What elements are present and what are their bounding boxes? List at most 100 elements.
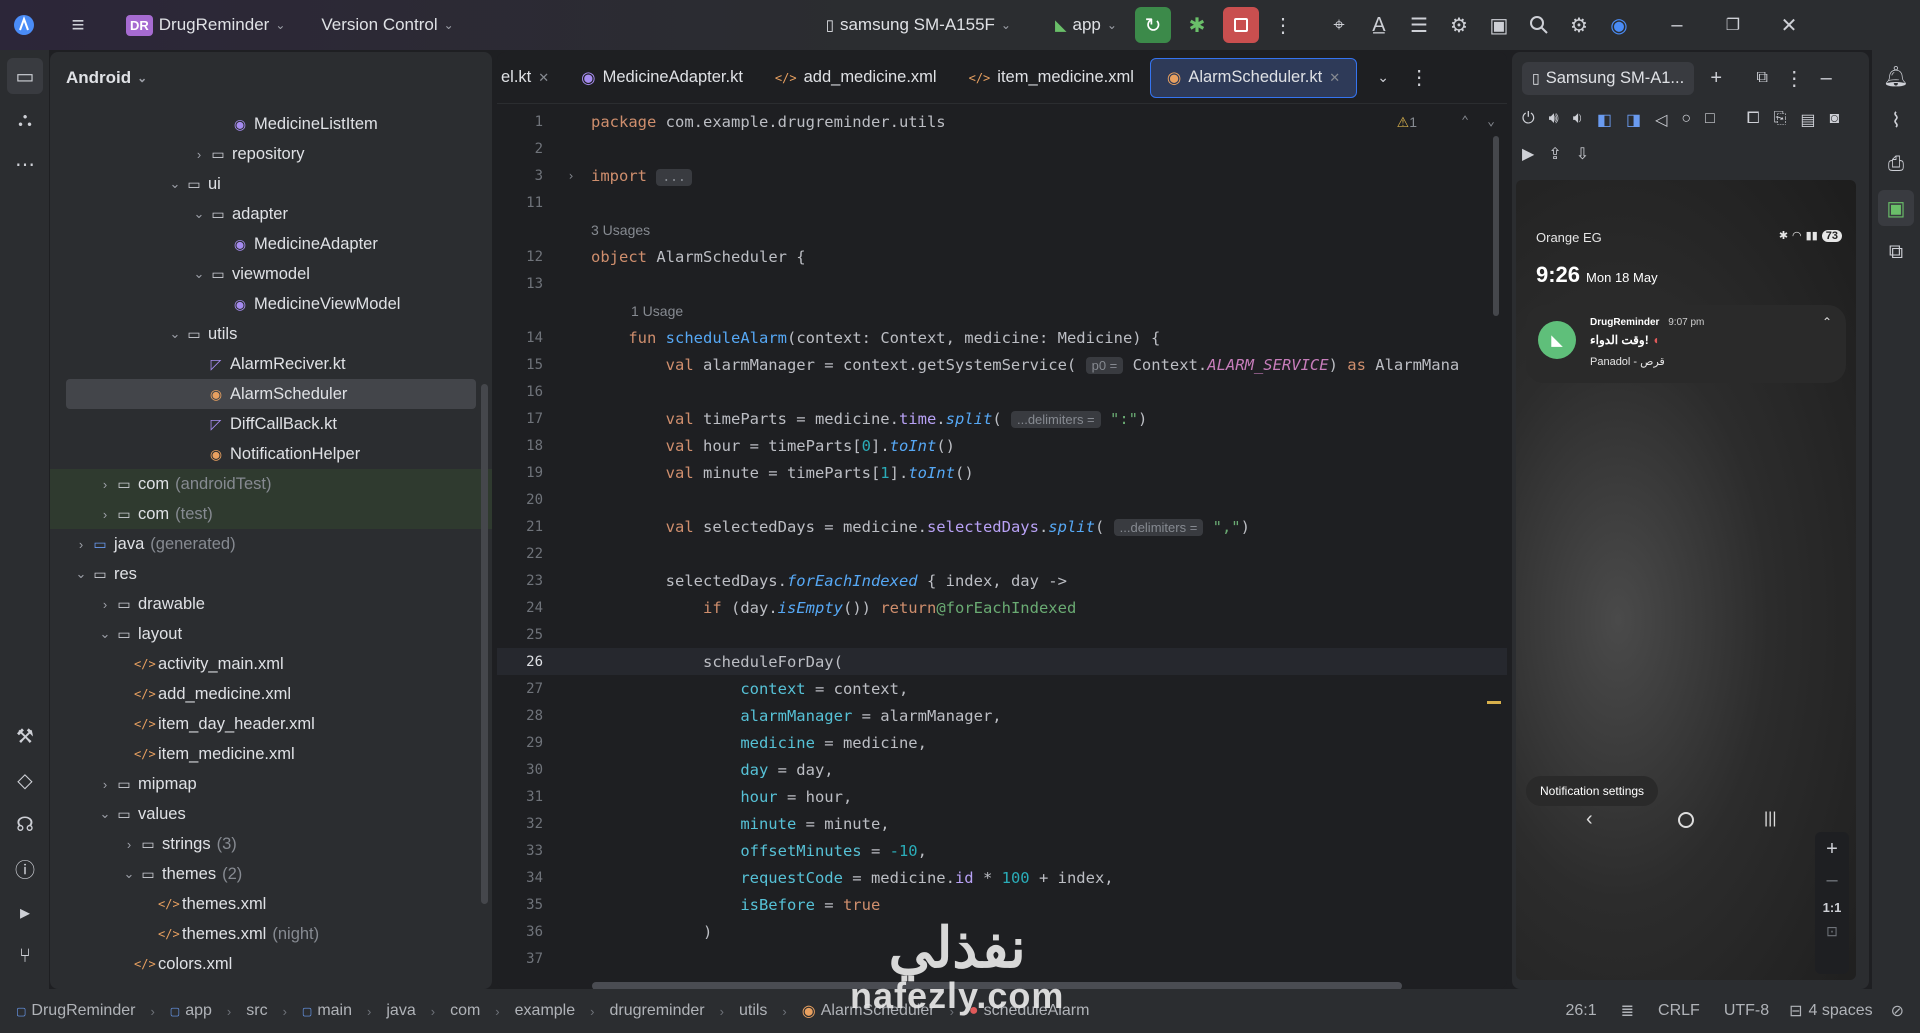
expand-notification-icon[interactable]: ⌃ — [1822, 315, 1832, 329]
fit-screen-icon[interactable]: ⊡ — [1826, 923, 1838, 940]
warning-stripe[interactable] — [1487, 701, 1501, 704]
tree-node[interactable]: › ▭ repository — [50, 139, 492, 169]
nav-home-icon[interactable] — [1678, 812, 1694, 828]
build-variants-icon[interactable]: ☰ — [1401, 7, 1437, 43]
line-separator[interactable]: CRLF — [1658, 1002, 1700, 1020]
zoom-ratio[interactable]: 1:1 — [1823, 900, 1842, 915]
tree-node[interactable]: ⌄ ▭ res — [50, 559, 492, 589]
panel-more-icon[interactable]: ⋮ — [1784, 60, 1804, 96]
tree-node[interactable]: › ▭ java (generated) — [50, 529, 492, 559]
terminal-icon[interactable]: ▸ — [7, 894, 43, 930]
notification-card[interactable]: ◣ DrugReminder 9:07 pm وقت الدواء! ◖ Pan… — [1526, 305, 1846, 383]
fold-chevron-icon[interactable]: › — [551, 169, 591, 183]
overview-icon[interactable]: □ — [1705, 110, 1715, 130]
chevron-right-icon[interactable]: › — [96, 777, 114, 792]
usage-hint[interactable]: 3 Usages — [497, 216, 1507, 243]
tab-medicine-list-item[interactable]: el.kt ✕ — [497, 58, 565, 98]
power-icon[interactable]: ⏻ — [1522, 110, 1535, 130]
code-area[interactable]: ⚠1 ⌃ ⌄ 1 package com.example.drugreminder… — [497, 106, 1507, 986]
chevron-down-icon[interactable]: ⌄ — [96, 806, 114, 822]
build-icon[interactable]: ⚒ — [7, 718, 43, 754]
notifications-bell-icon[interactable]: 🔔︎ — [1878, 58, 1914, 94]
run-config-selector[interactable]: ◣ app ⌄ — [1055, 15, 1117, 35]
breadcrumb-item[interactable]: utils — [739, 1002, 767, 1020]
breadcrumb-item[interactable]: java — [386, 1002, 415, 1020]
volume-down-icon[interactable]: 🔉︎ — [1573, 110, 1583, 130]
chevron-down-icon[interactable]: ⌄ — [190, 206, 208, 222]
search-icon[interactable] — [1521, 7, 1557, 43]
running-devices-icon[interactable]: ▣ — [1878, 190, 1914, 226]
add-device-icon[interactable]: + — [1702, 60, 1730, 96]
notification-settings-button[interactable]: Notification settings — [1526, 776, 1659, 806]
tree-node-selected[interactable]: ◉ AlarmScheduler — [66, 379, 476, 409]
usages-count[interactable]: 3 Usages — [591, 222, 650, 238]
device-explorer-icon[interactable]: ⎙ — [1878, 146, 1914, 182]
tree-node[interactable]: </> colors.xml — [50, 949, 492, 979]
breadcrumb-item[interactable]: com — [450, 1002, 480, 1020]
tab-list-chevron-icon[interactable]: ⌄ — [1365, 60, 1401, 96]
apply-changes-icon[interactable]: ↻ — [1134, 7, 1171, 43]
git-icon[interactable]: ⑂ — [7, 938, 43, 974]
indent-setting[interactable]: 4 spaces — [1809, 1002, 1873, 1020]
fold-icon[interactable]: ⎘ — [1774, 110, 1787, 130]
tree-node[interactable]: › ▭ strings (3) — [50, 829, 492, 859]
chevron-right-icon[interactable]: › — [72, 537, 90, 552]
sdk-manager-icon[interactable]: ⚙ — [1441, 7, 1477, 43]
tree-node[interactable]: ◸ AlarmReciver.kt — [50, 349, 492, 379]
vertical-scrollbar[interactable] — [1493, 136, 1499, 316]
tree-node[interactable]: </> add_medicine.xml — [50, 679, 492, 709]
zoom-in-icon[interactable]: + — [1826, 838, 1838, 861]
tree-node[interactable]: › ▭ drawable — [50, 589, 492, 619]
close-icon[interactable]: ✕ — [1771, 7, 1807, 43]
android-studio-logo-icon[interactable] — [6, 7, 42, 43]
tab-item-medicine-xml[interactable]: </> item_medicine.xml — [953, 58, 1150, 98]
chevron-down-icon[interactable]: ⌄ — [96, 626, 114, 642]
caret-position[interactable]: 26:1 — [1565, 1002, 1596, 1020]
nav-recents-icon[interactable]: ||| — [1764, 810, 1776, 828]
chevron-right-icon[interactable]: › — [96, 507, 114, 522]
upload-icon[interactable]: ⇪ — [1548, 144, 1561, 164]
tree-node[interactable]: </> activity_main.xml — [50, 649, 492, 679]
tab-alarm-scheduler[interactable]: ◉ AlarmScheduler.kt ✕ — [1149, 57, 1358, 98]
breadcrumb-item[interactable]: drugreminder — [609, 1002, 704, 1020]
zoom-out-icon[interactable]: – — [1826, 869, 1837, 892]
breadcrumb-item[interactable]: src — [246, 1002, 267, 1020]
tree-node[interactable]: ⌄ ▭ adapter — [50, 199, 492, 229]
chevron-right-icon[interactable]: › — [96, 477, 114, 492]
tree-node[interactable]: ◉ MedicineListItem — [50, 109, 492, 139]
chevron-down-icon[interactable]: ⌄ — [190, 266, 208, 282]
device-screen[interactable]: Orange EG ✱ ◠ ▮▮ 73 9:26 Mon 18 May ◣ Dr… — [1516, 180, 1856, 980]
lock-icon[interactable]: ⊘ — [1891, 1001, 1904, 1021]
tree-node[interactable]: ◉ MedicineAdapter — [50, 229, 492, 259]
device-tab[interactable]: ▯ Samsung SM-A1... — [1522, 61, 1695, 95]
chevron-right-icon[interactable]: › — [190, 147, 208, 162]
tree-node[interactable]: ⌄ ▭ ui — [50, 169, 492, 199]
tab-add-medicine-xml[interactable]: </> add_medicine.xml — [759, 58, 953, 98]
usage-hint[interactable]: 1 Usage — [497, 297, 1507, 324]
main-menu-icon[interactable]: ≡ — [60, 7, 96, 43]
problems-icon[interactable]: ⓘ — [7, 850, 43, 886]
breadcrumb-item[interactable]: app — [185, 1002, 212, 1020]
more-actions-icon[interactable]: ⋮ — [1265, 7, 1301, 43]
tab-medicine-adapter[interactable]: ◉ MedicineAdapter.kt — [565, 58, 759, 98]
tree-node[interactable]: </> item_medicine.xml — [50, 739, 492, 769]
chevron-down-icon[interactable]: ⌄ — [72, 566, 90, 582]
more-tools-icon[interactable]: ⋯ — [7, 146, 43, 182]
resource-manager-icon[interactable]: ⛬ — [7, 102, 43, 138]
tree-node[interactable]: </> item_day_header.xml — [50, 709, 492, 739]
rotate-right-icon[interactable]: ◨ — [1626, 110, 1641, 130]
debug-icon[interactable]: ✱ — [1179, 7, 1215, 43]
chevron-down-icon[interactable]: ⌄ — [166, 326, 184, 342]
close-tab-icon[interactable]: ✕ — [1329, 70, 1340, 86]
restore-icon[interactable]: ❐ — [1715, 7, 1751, 43]
chevron-down-icon[interactable]: ⌄ — [166, 176, 184, 192]
stop-icon[interactable] — [1222, 7, 1259, 43]
tree-node[interactable]: ⌄ ▭ values — [50, 799, 492, 829]
project-view-selector[interactable]: Android ⌄ — [50, 52, 492, 104]
wrap-icon[interactable]: ≣ — [1621, 1001, 1634, 1021]
profiler-icon[interactable]: ⌖ — [1321, 7, 1357, 43]
device-manager-icon[interactable]: ▣ — [1481, 7, 1517, 43]
mirror-icon[interactable]: ⧠ — [1747, 110, 1760, 130]
settings-gear-icon[interactable]: ⚙ — [1561, 7, 1597, 43]
download-icon[interactable]: ⇩ — [1576, 144, 1589, 164]
